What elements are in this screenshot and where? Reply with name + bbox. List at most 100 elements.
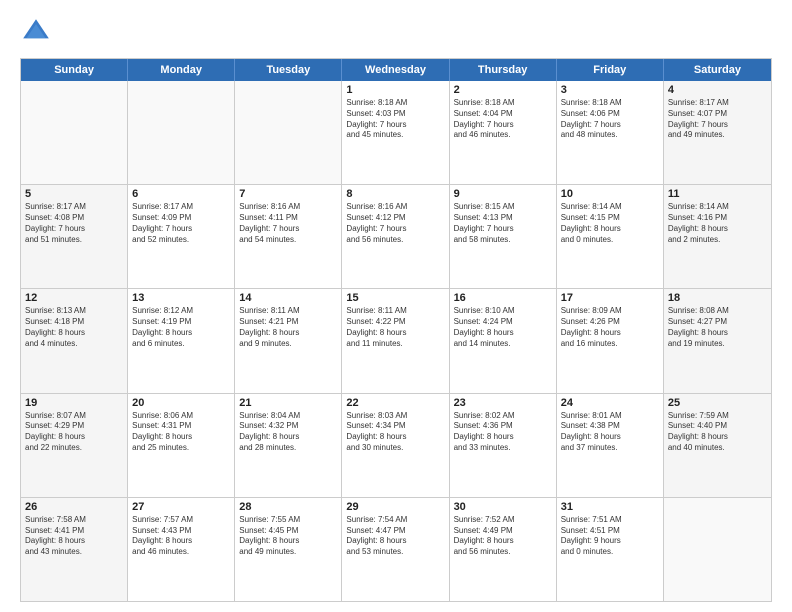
cell-info: Sunrise: 8:08 AM Sunset: 4:27 PM Dayligh…	[668, 306, 767, 349]
calendar-cell: 23 Sunrise: 8:02 AM Sunset: 4:36 PM Dayli…	[450, 394, 557, 497]
calendar-cell: 20Sunrise: 8:06 AM Sunset: 4:31 PM Dayli…	[128, 394, 235, 497]
calendar-cell	[21, 81, 128, 184]
day-number: 31	[561, 501, 659, 513]
day-number: 1	[346, 84, 444, 96]
cell-info: Sunrise: 7:54 AM Sunset: 4:47 PM Dayligh…	[346, 515, 444, 558]
calendar-cell: 6 Sunrise: 8:17 AM Sunset: 4:09 PM Daylig…	[128, 185, 235, 288]
cell-info: Sunrise: 7:51 AM Sunset: 4:51 PM Dayligh…	[561, 515, 659, 558]
calendar-cell: 16 Sunrise: 8:10 AM Sunset: 4:24 PM Dayli…	[450, 289, 557, 392]
header-day: Thursday	[450, 59, 557, 81]
calendar-body: 1 Sunrise: 8:18 AM Sunset: 4:03 PM Daylig…	[21, 81, 771, 601]
calendar-cell: 30 Sunrise: 7:52 AM Sunset: 4:49 PM Dayli…	[450, 498, 557, 601]
calendar-cell: 3 Sunrise: 8:18 AM Sunset: 4:06 PM Daylig…	[557, 81, 664, 184]
page: SundayMondayTuesdayWednesdayThursdayFrid…	[0, 0, 792, 612]
cell-info: Sunrise: 8:03 AM Sunset: 4:34 PM Dayligh…	[346, 411, 444, 454]
day-number: 10	[561, 188, 659, 200]
calendar-cell: 25 Sunrise: 7:59 AM Sunset: 4:40 PM Dayli…	[664, 394, 771, 497]
calendar-cell: 11 Sunrise: 8:14 AM Sunset: 4:16 PM Dayli…	[664, 185, 771, 288]
day-number: 15	[346, 292, 444, 304]
calendar-cell: 27 Sunrise: 7:57 AM Sunset: 4:43 PM Dayli…	[128, 498, 235, 601]
cell-info: Sunrise: 8:18 AM Sunset: 4:06 PM Dayligh…	[561, 98, 659, 141]
cell-info: Sunrise: 7:55 AM Sunset: 4:45 PM Dayligh…	[239, 515, 337, 558]
calendar-header: SundayMondayTuesdayWednesdayThursdayFrid…	[21, 59, 771, 81]
calendar-cell: 7Sunrise: 8:16 AM Sunset: 4:11 PM Daylig…	[235, 185, 342, 288]
header-day: Monday	[128, 59, 235, 81]
calendar-cell: 29 Sunrise: 7:54 AM Sunset: 4:47 PM Dayli…	[342, 498, 449, 601]
cell-info: Sunrise: 8:15 AM Sunset: 4:13 PM Dayligh…	[454, 202, 552, 245]
cell-info: Sunrise: 8:01 AM Sunset: 4:38 PM Dayligh…	[561, 411, 659, 454]
cell-info: Sunrise: 8:13 AM Sunset: 4:18 PM Dayligh…	[25, 306, 123, 349]
day-number: 30	[454, 501, 552, 513]
calendar-cell	[664, 498, 771, 601]
cell-info: Sunrise: 8:14 AM Sunset: 4:16 PM Dayligh…	[668, 202, 767, 245]
day-number: 11	[668, 188, 767, 200]
day-number: 6	[132, 188, 230, 200]
cell-info: Sunrise: 8:17 AM Sunset: 4:09 PM Dayligh…	[132, 202, 230, 245]
calendar-cell: 5 Sunrise: 8:17 AM Sunset: 4:08 PM Daylig…	[21, 185, 128, 288]
day-number: 3	[561, 84, 659, 96]
calendar-cell: 1 Sunrise: 8:18 AM Sunset: 4:03 PM Daylig…	[342, 81, 449, 184]
calendar-cell	[128, 81, 235, 184]
header-day: Sunday	[21, 59, 128, 81]
day-number: 13	[132, 292, 230, 304]
calendar-cell: 22Sunrise: 8:03 AM Sunset: 4:34 PM Dayli…	[342, 394, 449, 497]
day-number: 14	[239, 292, 337, 304]
calendar-cell: 13 Sunrise: 8:12 AM Sunset: 4:19 PM Dayli…	[128, 289, 235, 392]
header-day: Saturday	[664, 59, 771, 81]
cell-info: Sunrise: 8:11 AM Sunset: 4:21 PM Dayligh…	[239, 306, 337, 349]
calendar-cell: 4 Sunrise: 8:17 AM Sunset: 4:07 PM Daylig…	[664, 81, 771, 184]
cell-info: Sunrise: 8:11 AM Sunset: 4:22 PM Dayligh…	[346, 306, 444, 349]
header	[20, 16, 772, 48]
cell-info: Sunrise: 8:06 AM Sunset: 4:31 PM Dayligh…	[132, 411, 230, 454]
day-number: 24	[561, 397, 659, 409]
calendar-cell: 17Sunrise: 8:09 AM Sunset: 4:26 PM Dayli…	[557, 289, 664, 392]
cell-info: Sunrise: 8:07 AM Sunset: 4:29 PM Dayligh…	[25, 411, 123, 454]
calendar-cell: 9 Sunrise: 8:15 AM Sunset: 4:13 PM Daylig…	[450, 185, 557, 288]
calendar-cell: 15 Sunrise: 8:11 AM Sunset: 4:22 PM Dayli…	[342, 289, 449, 392]
calendar-cell: 26 Sunrise: 7:58 AM Sunset: 4:41 PM Dayli…	[21, 498, 128, 601]
calendar-cell: 18 Sunrise: 8:08 AM Sunset: 4:27 PM Dayli…	[664, 289, 771, 392]
calendar-cell: 28Sunrise: 7:55 AM Sunset: 4:45 PM Dayli…	[235, 498, 342, 601]
cell-info: Sunrise: 8:17 AM Sunset: 4:07 PM Dayligh…	[668, 98, 767, 141]
cell-info: Sunrise: 8:17 AM Sunset: 4:08 PM Dayligh…	[25, 202, 123, 245]
day-number: 21	[239, 397, 337, 409]
day-number: 18	[668, 292, 767, 304]
day-number: 5	[25, 188, 123, 200]
cell-info: Sunrise: 8:02 AM Sunset: 4:36 PM Dayligh…	[454, 411, 552, 454]
cell-info: Sunrise: 7:59 AM Sunset: 4:40 PM Dayligh…	[668, 411, 767, 454]
calendar-cell: 2Sunrise: 8:18 AM Sunset: 4:04 PM Daylig…	[450, 81, 557, 184]
day-number: 12	[25, 292, 123, 304]
cell-info: Sunrise: 8:16 AM Sunset: 4:12 PM Dayligh…	[346, 202, 444, 245]
day-number: 2	[454, 84, 552, 96]
calendar-row: 19Sunrise: 8:07 AM Sunset: 4:29 PM Dayli…	[21, 393, 771, 497]
calendar: SundayMondayTuesdayWednesdayThursdayFrid…	[20, 58, 772, 602]
day-number: 16	[454, 292, 552, 304]
day-number: 17	[561, 292, 659, 304]
logo-icon	[20, 16, 52, 48]
day-number: 9	[454, 188, 552, 200]
calendar-cell: 12 Sunrise: 8:13 AM Sunset: 4:18 PM Dayli…	[21, 289, 128, 392]
calendar-cell: 14 Sunrise: 8:11 AM Sunset: 4:21 PM Dayli…	[235, 289, 342, 392]
calendar-row: 12 Sunrise: 8:13 AM Sunset: 4:18 PM Dayli…	[21, 288, 771, 392]
calendar-cell	[235, 81, 342, 184]
cell-info: Sunrise: 7:52 AM Sunset: 4:49 PM Dayligh…	[454, 515, 552, 558]
day-number: 26	[25, 501, 123, 513]
cell-info: Sunrise: 8:12 AM Sunset: 4:19 PM Dayligh…	[132, 306, 230, 349]
cell-info: Sunrise: 7:58 AM Sunset: 4:41 PM Dayligh…	[25, 515, 123, 558]
calendar-row: 26 Sunrise: 7:58 AM Sunset: 4:41 PM Dayli…	[21, 497, 771, 601]
day-number: 8	[346, 188, 444, 200]
header-day: Friday	[557, 59, 664, 81]
cell-info: Sunrise: 8:18 AM Sunset: 4:03 PM Dayligh…	[346, 98, 444, 141]
day-number: 7	[239, 188, 337, 200]
day-number: 29	[346, 501, 444, 513]
day-number: 25	[668, 397, 767, 409]
day-number: 4	[668, 84, 767, 96]
day-number: 23	[454, 397, 552, 409]
cell-info: Sunrise: 8:14 AM Sunset: 4:15 PM Dayligh…	[561, 202, 659, 245]
cell-info: Sunrise: 8:10 AM Sunset: 4:24 PM Dayligh…	[454, 306, 552, 349]
calendar-cell: 10 Sunrise: 8:14 AM Sunset: 4:15 PM Dayli…	[557, 185, 664, 288]
day-number: 27	[132, 501, 230, 513]
logo	[20, 16, 58, 48]
cell-info: Sunrise: 7:57 AM Sunset: 4:43 PM Dayligh…	[132, 515, 230, 558]
calendar-row: 1 Sunrise: 8:18 AM Sunset: 4:03 PM Daylig…	[21, 81, 771, 184]
